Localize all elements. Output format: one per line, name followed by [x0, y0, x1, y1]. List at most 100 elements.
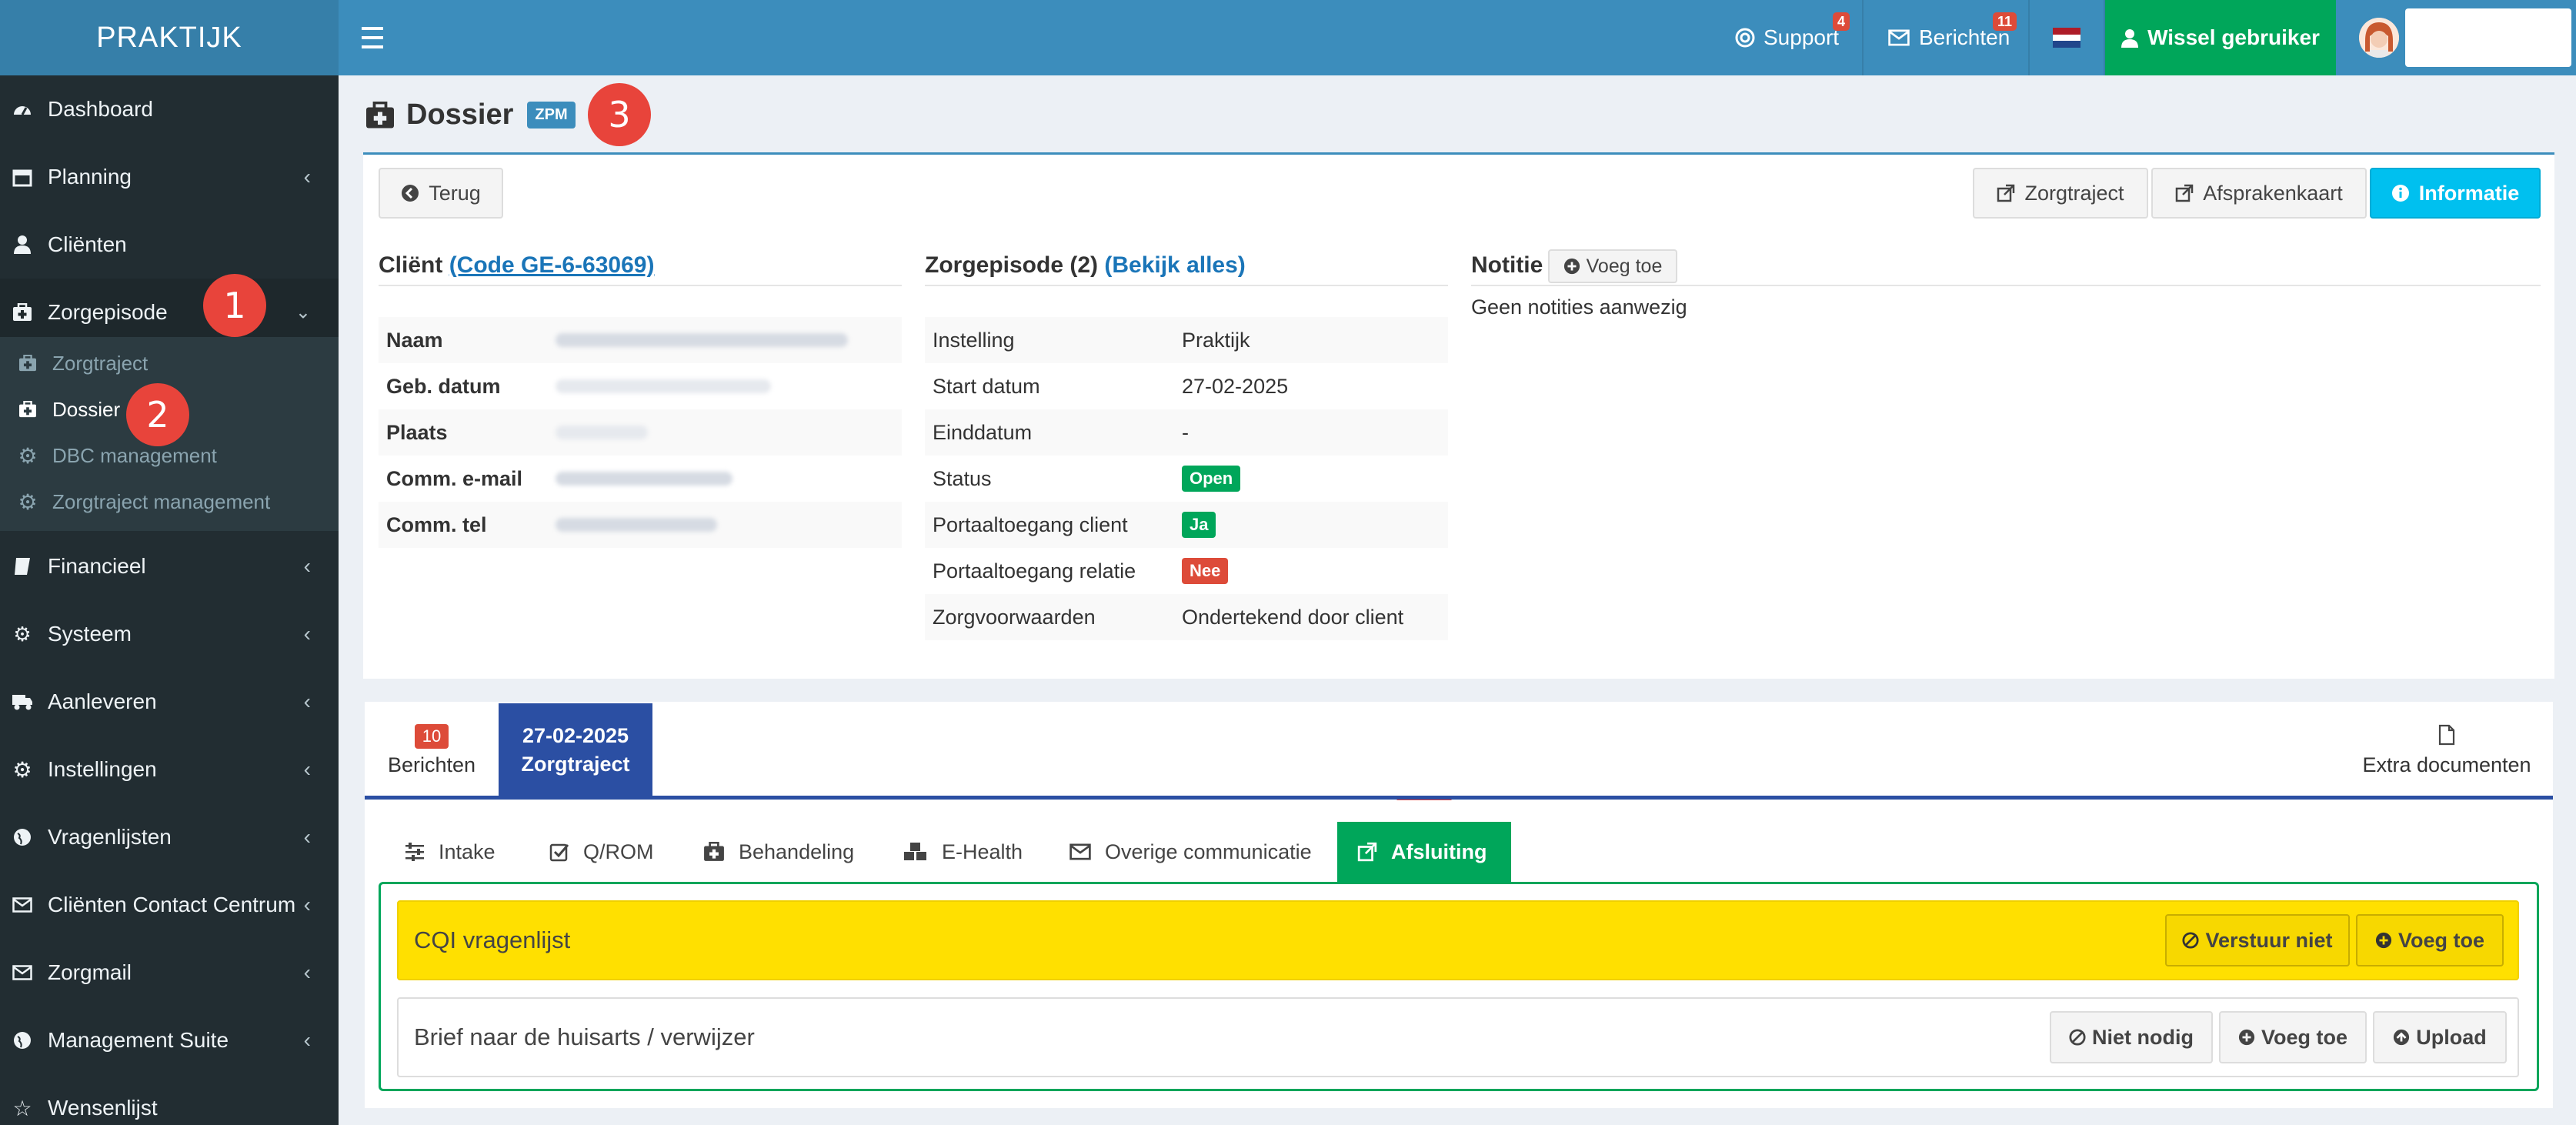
client-code-link[interactable]: (Code GE-6-63069): [449, 252, 655, 278]
row-value: -: [1182, 420, 1189, 444]
upload-button[interactable]: Upload: [2373, 1011, 2507, 1063]
sidebar-item-clienten-contact-centrum[interactable]: Cliënten Contact Centrum ‹: [0, 871, 339, 939]
plus-circle-icon: [2375, 932, 2392, 949]
chevron-left-icon: ‹: [303, 893, 311, 916]
envelope-icon: [1069, 843, 1091, 860]
sidebar-item-label: Financieel: [48, 554, 146, 578]
add-letter-button[interactable]: Voeg toe: [2219, 1011, 2367, 1063]
sidebar-subitem-zorgtraject-management[interactable]: ⚙ Zorgtraject management: [0, 479, 339, 525]
sidebar-item-planning[interactable]: Planning ‹: [0, 143, 339, 211]
tab-intake[interactable]: Intake: [385, 822, 516, 882]
sidebar-item-aanleveren[interactable]: Aanleveren ‹: [0, 668, 339, 736]
sidebar-item-instellingen[interactable]: ⚙ Instellingen ‹: [0, 736, 339, 803]
hamburger-menu-icon[interactable]: [362, 24, 383, 52]
tab-berichten[interactable]: 10 Berichten: [372, 703, 491, 797]
row-label: Comm. tel: [386, 512, 487, 536]
user-menu[interactable]: [2359, 0, 2571, 75]
episode-row: Einddatum -: [925, 409, 1448, 456]
sidebar-item-vragenlijsten[interactable]: Vragenlijsten ‹: [0, 803, 339, 871]
annotation-marker-3: 3: [588, 83, 651, 146]
sidebar-subitem-label: Dossier: [52, 397, 121, 421]
back-label: Terug: [429, 181, 481, 205]
ban-icon: [2182, 932, 2200, 949]
sidebar-item-wensenlijst[interactable]: ☆ Wensenlijst: [0, 1074, 339, 1125]
chevron-left-icon: ‹: [303, 825, 311, 849]
language-flag-nl[interactable]: [2053, 0, 2080, 75]
cubes-icon: [903, 842, 928, 862]
view-all-link[interactable]: (Bekijk alles): [1104, 252, 1245, 278]
back-button[interactable]: Terug: [379, 168, 503, 219]
support-label: Support: [1763, 25, 1840, 49]
sidebar-item-systeem[interactable]: ⚙ Systeem ‹: [0, 600, 339, 668]
informatie-button[interactable]: Informatie: [2370, 168, 2541, 219]
add-note-button[interactable]: Voeg toe: [1548, 249, 1677, 283]
tab-label: Berichten: [387, 753, 476, 776]
switch-user-button[interactable]: Wissel gebruiker: [2105, 0, 2336, 75]
episode-row: Instelling Praktijk: [925, 317, 1448, 363]
gear-icon: ⚙: [12, 757, 32, 782]
support-link[interactable]: Support: [1734, 0, 1839, 75]
button-label: Voeg toe: [2397, 928, 2484, 952]
chevron-left-icon: ‹: [303, 1028, 311, 1052]
page-header: Dossier ZPM: [365, 98, 576, 132]
chevron-left-icon: ‹: [303, 757, 311, 781]
tab-zorgtraject-active[interactable]: 27-02-2025 Zorgtraject: [499, 703, 652, 797]
redacted-value: [556, 333, 856, 347]
info-circle-icon: [2391, 184, 2410, 202]
ban-icon: [2069, 1029, 2086, 1046]
tab-behandeling[interactable]: Behandeling: [683, 822, 874, 882]
medkit-icon: [17, 352, 38, 374]
zorgtraject-button[interactable]: Zorgtraject: [1973, 168, 2148, 219]
sidebar-item-zorgmail[interactable]: Zorgmail ‹: [0, 939, 339, 1006]
add-cqi-button[interactable]: Voeg toe: [2356, 914, 2504, 966]
button-label: Upload: [2416, 1025, 2487, 1049]
row-label: Zorgvoorwaarden: [933, 605, 1096, 629]
notes-empty-text: Geen notities aanwezig: [1471, 295, 1687, 319]
row-label: Start datum: [933, 374, 1040, 398]
gear-icon: ⚙: [18, 489, 38, 514]
client-row-name: Naam: [379, 317, 902, 363]
episode-row: Portaaltoegang client Ja: [925, 502, 1448, 548]
cqi-label: CQI vragenlijst: [414, 926, 571, 953]
sidebar-item-zorgepisode[interactable]: Zorgepisode ⌄: [0, 279, 339, 346]
episode-heading: Zorgepisode (2) (Bekijk alles): [925, 252, 1246, 279]
button-label: Voeg toe: [2261, 1025, 2347, 1049]
sidebar-item-clienten[interactable]: Cliënten: [0, 211, 339, 279]
medkit-icon: [703, 842, 725, 862]
episode-row: Start datum 27-02-2025: [925, 363, 1448, 409]
portal-client-badge: Ja: [1182, 512, 1216, 538]
brand-logo[interactable]: PRAKTIJK: [0, 0, 339, 75]
page-title: Dossier: [406, 98, 514, 131]
sidebar-item-management-suite[interactable]: Management Suite ‹: [0, 1006, 339, 1074]
zpm-badge: ZPM: [527, 102, 576, 129]
globe-icon: [11, 1029, 34, 1052]
client-heading: Cliënt (Code GE-6-63069): [379, 252, 654, 279]
sidebar-item-financieel[interactable]: Financieel ‹: [0, 532, 339, 600]
star-icon: ☆: [12, 1096, 32, 1120]
messages-link[interactable]: Berichten: [1888, 0, 2010, 75]
tab-ehealth[interactable]: E-Health: [883, 822, 1043, 882]
button-label: Verstuur niet: [2205, 928, 2333, 952]
sidebar-item-label: Vragenlijsten: [48, 825, 172, 849]
sidebar-item-dashboard[interactable]: Dashboard: [0, 75, 339, 143]
envelope-icon: [11, 893, 34, 916]
sidebar-subitem-zorgtraject[interactable]: Zorgtraject: [0, 340, 339, 386]
dashboard-icon: [11, 98, 34, 121]
chevron-left-icon: ‹: [303, 960, 311, 984]
annotation-marker-1: 1: [203, 274, 266, 337]
truck-icon: [11, 690, 34, 713]
sliders-icon: [405, 843, 425, 861]
tab-label: Behandeling: [739, 840, 855, 863]
not-needed-button[interactable]: Niet nodig: [2050, 1011, 2213, 1063]
tab-qrom[interactable]: Q/ROM: [529, 822, 674, 882]
redacted-value: [556, 379, 771, 393]
divider: [1471, 285, 2541, 286]
tab-afsluiting[interactable]: Afsluiting: [1337, 822, 1511, 882]
notes-heading: Notitie: [1471, 252, 1543, 278]
tab-overige-communicatie[interactable]: Overige communicatie: [1049, 822, 1332, 882]
do-not-send-button[interactable]: Verstuur niet: [2165, 914, 2350, 966]
afsprakenkaart-button[interactable]: Afsprakenkaart: [2151, 168, 2367, 219]
plus-circle-icon: [1563, 258, 1580, 275]
sidebar-item-label: Management Suite: [48, 1028, 229, 1052]
tab-extra-documents[interactable]: Extra documenten: [2354, 703, 2539, 797]
